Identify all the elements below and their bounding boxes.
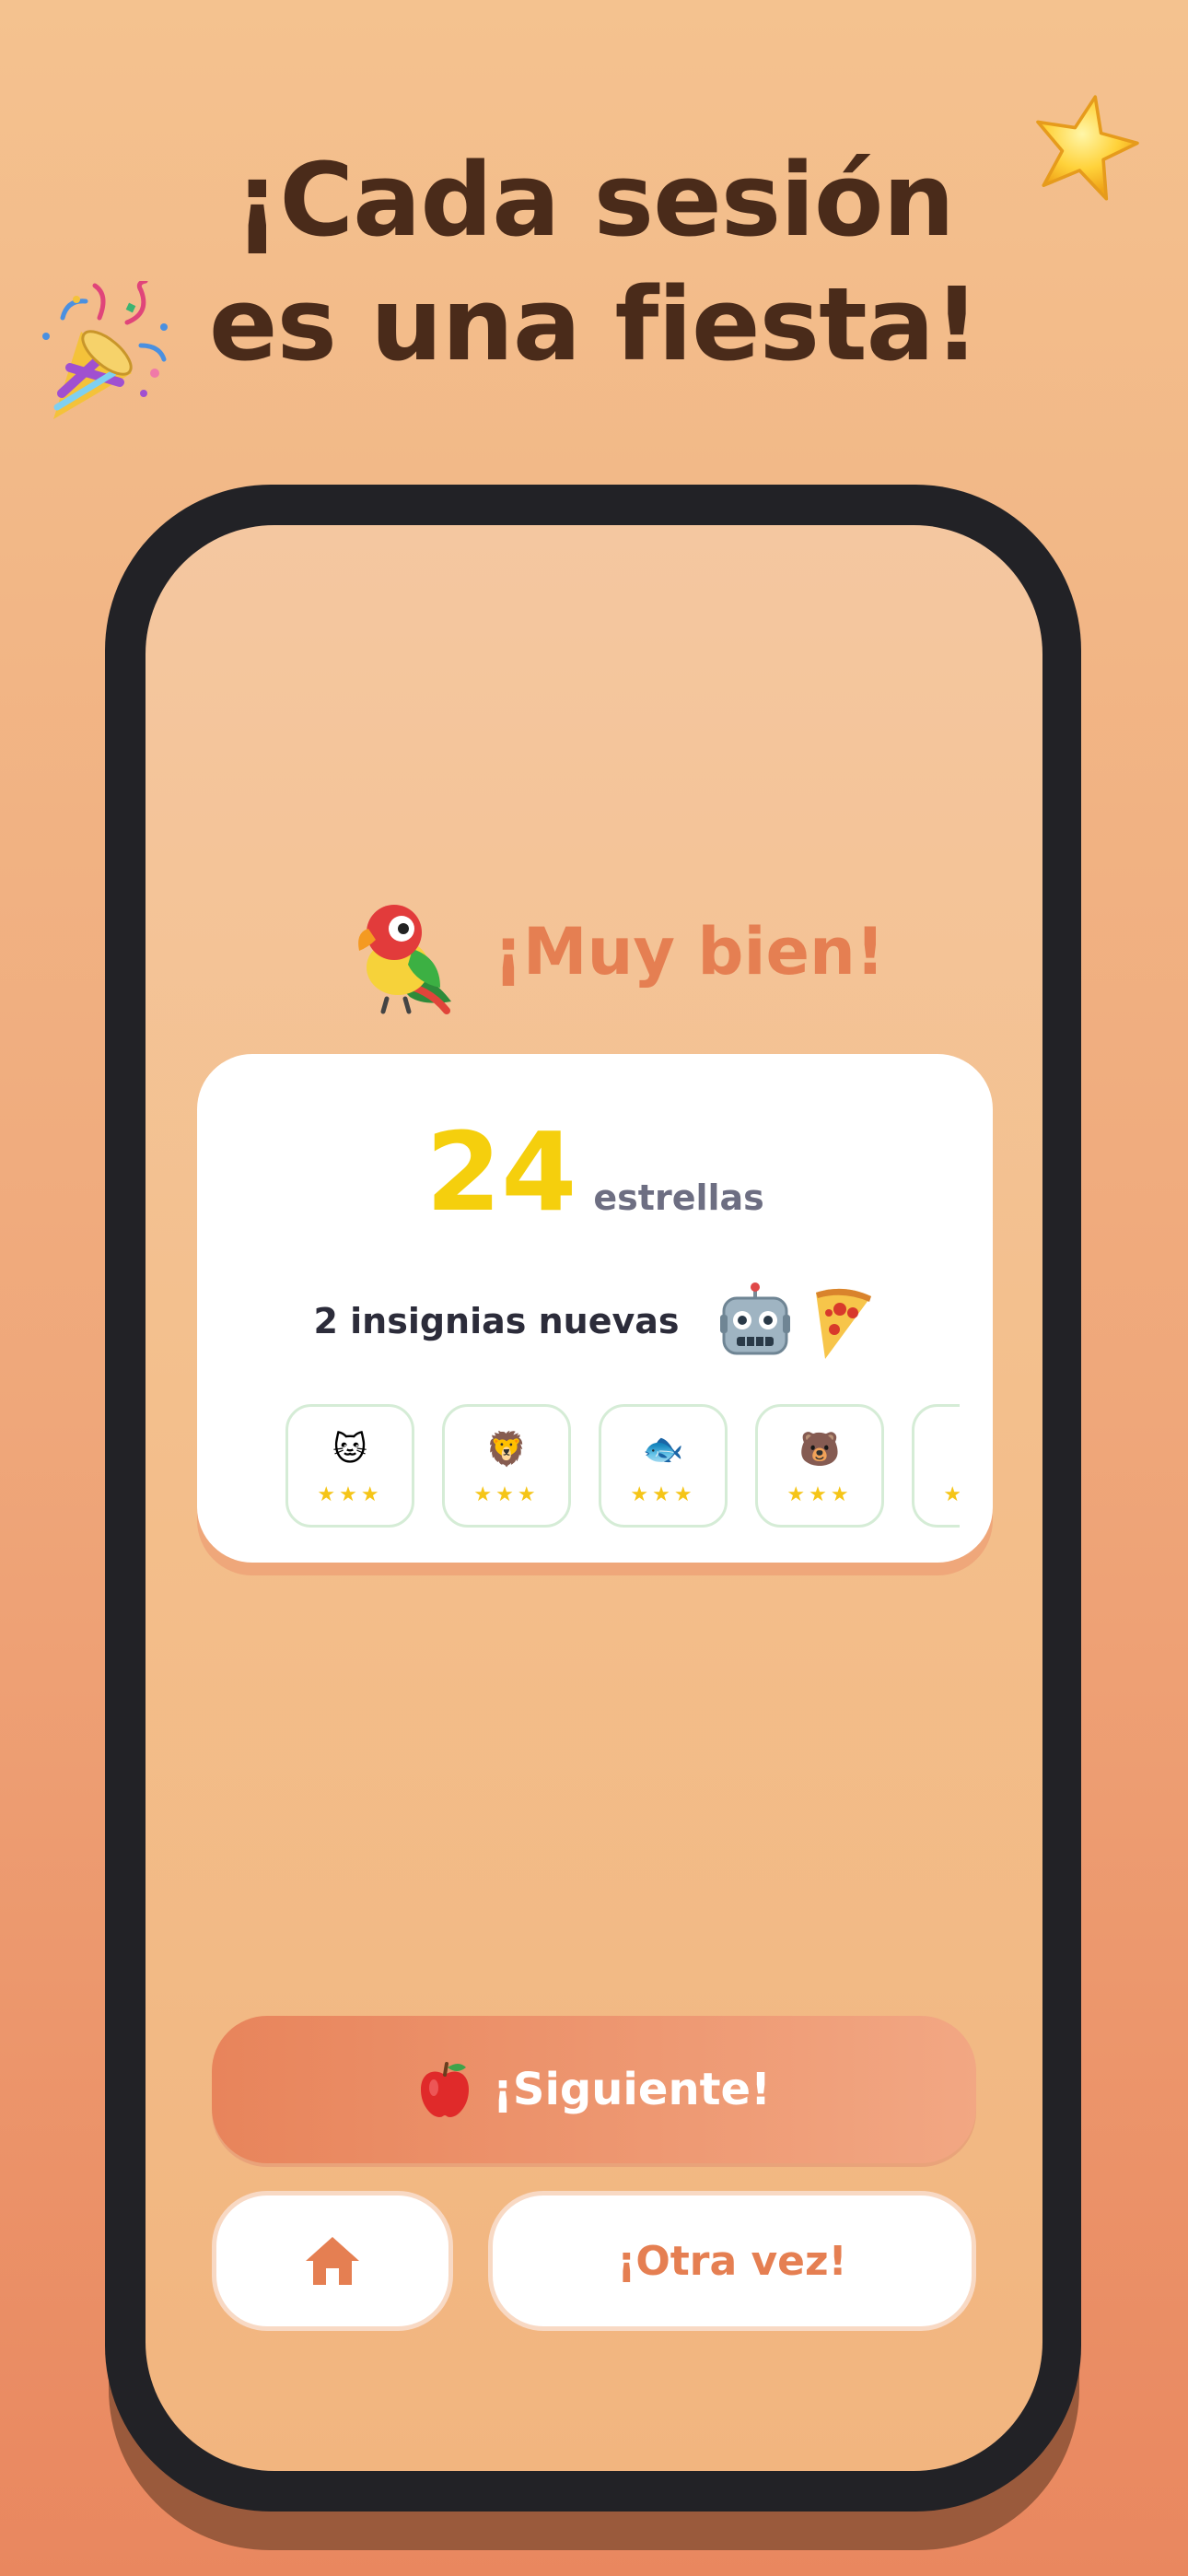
star-icon — [1036, 95, 1139, 201]
collection-tile[interactable]: 🦁 ★★★ — [442, 1404, 571, 1528]
stars-summary: 24 estrellas — [197, 1107, 993, 1236]
stars-count: 24 — [425, 1108, 577, 1235]
bear-icon: 🐻 — [798, 1431, 841, 1469]
collection-tile[interactable]: ★★★ — [912, 1404, 960, 1528]
fish-icon: 🐟 — [642, 1431, 684, 1469]
cat-icon: 🐱 — [332, 1431, 367, 1469]
apple-icon — [420, 2062, 469, 2117]
cheer-text: ¡Muy bien! — [494, 914, 885, 989]
headline-line-2: es una fiesta! — [208, 265, 980, 383]
pizza-icon — [815, 1288, 871, 1359]
badges-summary: 2 insignias nuevas — [197, 1275, 993, 1367]
phone-screen: ¡Muy bien! 24 estrellas 2 insignias nueva… — [146, 525, 1042, 2471]
tile-stars: ★★★ — [786, 1483, 853, 1506]
lion-icon: 🦁 — [485, 1431, 528, 1469]
party-popper-icon — [42, 281, 168, 419]
page-headline: ¡Cada sesión es una fiesta! — [0, 138, 1188, 387]
stars-label: estrellas — [593, 1177, 764, 1218]
collection-tile[interactable]: 🐻 ★★★ — [755, 1404, 884, 1528]
tile-stars: ★★★ — [473, 1483, 540, 1506]
badges-label: 2 insignias nuevas — [313, 1301, 680, 1341]
collection-tile[interactable]: 🐟 ★★★ — [599, 1404, 728, 1528]
home-icon — [306, 2237, 359, 2285]
collection-tile[interactable]: 🐱 ★★★ — [285, 1404, 414, 1528]
home-button[interactable] — [212, 2191, 453, 2331]
robot-icon — [719, 1282, 790, 1355]
parrot-icon — [358, 905, 451, 1014]
play-again-label: ¡Otra vez! — [617, 2237, 847, 2285]
headline-line-1: ¡Cada sesión — [234, 141, 955, 259]
next-button[interactable]: ¡Siguiente! — [212, 2016, 976, 2163]
collection-strip[interactable]: 🐱 ★★★ 🦁 ★★★ 🐟 ★★★ 🐻 ★★★ ★★★ — [285, 1404, 960, 1533]
next-button-label: ¡Siguiente! — [492, 2064, 771, 2115]
tile-stars: ★★★ — [317, 1483, 383, 1506]
play-again-button[interactable]: ¡Otra vez! — [488, 2191, 976, 2331]
summary-card: 24 estrellas 2 insignias nuevas 🐱 ★★★ 🦁 … — [197, 1054, 993, 1563]
tile-stars: ★★★ — [630, 1483, 696, 1506]
tile-stars: ★★★ — [943, 1483, 960, 1506]
